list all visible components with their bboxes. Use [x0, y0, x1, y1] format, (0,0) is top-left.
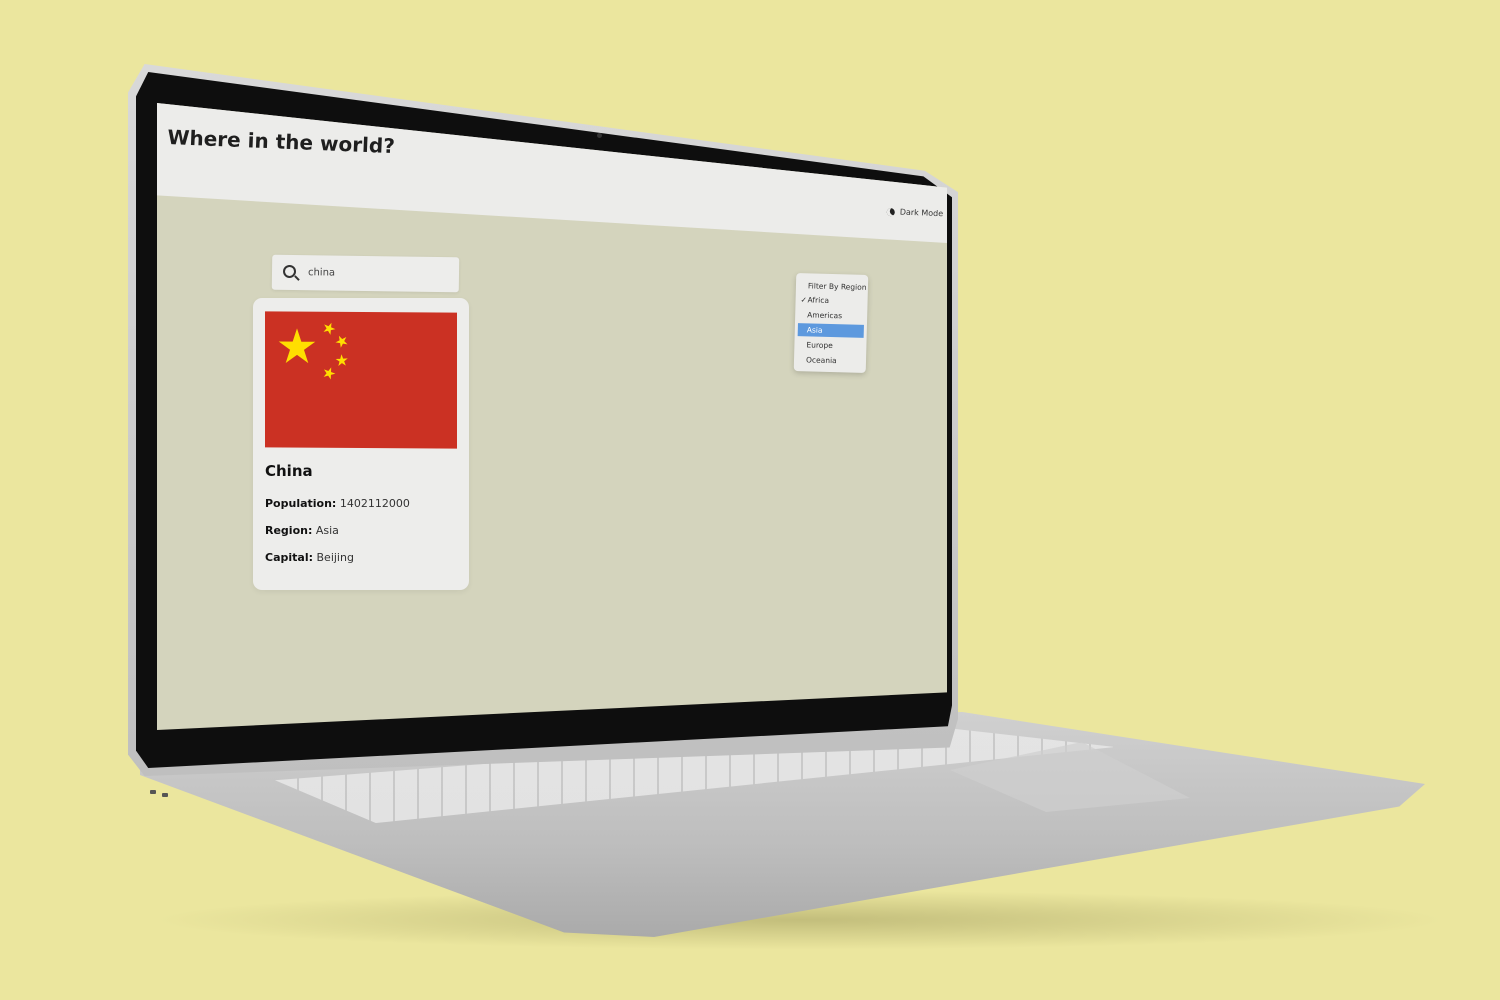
capital-value: Beijing	[316, 551, 354, 564]
search-box[interactable]	[271, 254, 460, 293]
population-value: 1402112000	[339, 497, 410, 510]
population-label: Population:	[265, 497, 337, 510]
dark-mode-label: Dark Mode	[899, 207, 944, 219]
camera-icon	[597, 133, 602, 138]
country-name: China	[265, 462, 313, 480]
search-icon	[282, 264, 297, 279]
filter-option-europe[interactable]: Europe	[797, 338, 863, 353]
laptop-port	[150, 790, 156, 794]
moon-icon	[886, 207, 895, 216]
capital-line: Capital: Beijing	[265, 551, 354, 564]
filter-option-asia[interactable]: Asia	[797, 323, 864, 338]
population-line: Population: 1402112000	[265, 497, 410, 510]
search-input[interactable]	[307, 263, 449, 284]
filter-option-africa[interactable]: ✓ Africa	[798, 293, 864, 308]
filter-option-oceania[interactable]: Oceania	[797, 353, 863, 368]
laptop-screen: Where in the world? Dark Mode China Popu…	[157, 103, 947, 730]
country-card[interactable]: China Population: 1402112000 Region: Asi…	[253, 298, 469, 590]
china-flag	[265, 311, 457, 449]
capital-label: Capital:	[265, 551, 313, 564]
filter-option-americas[interactable]: Americas	[798, 308, 864, 323]
laptop-port	[162, 793, 168, 797]
region-value: Asia	[315, 524, 339, 537]
filter-placeholder[interactable]: Filter By Region	[799, 279, 867, 294]
check-icon: ✓	[800, 295, 808, 305]
region-label: Region:	[265, 524, 313, 537]
region-line: Region: Asia	[265, 524, 339, 537]
filter-option-label: Africa	[807, 295, 830, 305]
region-filter-dropdown[interactable]: Filter By Region ✓ Africa Americas Asia E…	[793, 273, 869, 373]
